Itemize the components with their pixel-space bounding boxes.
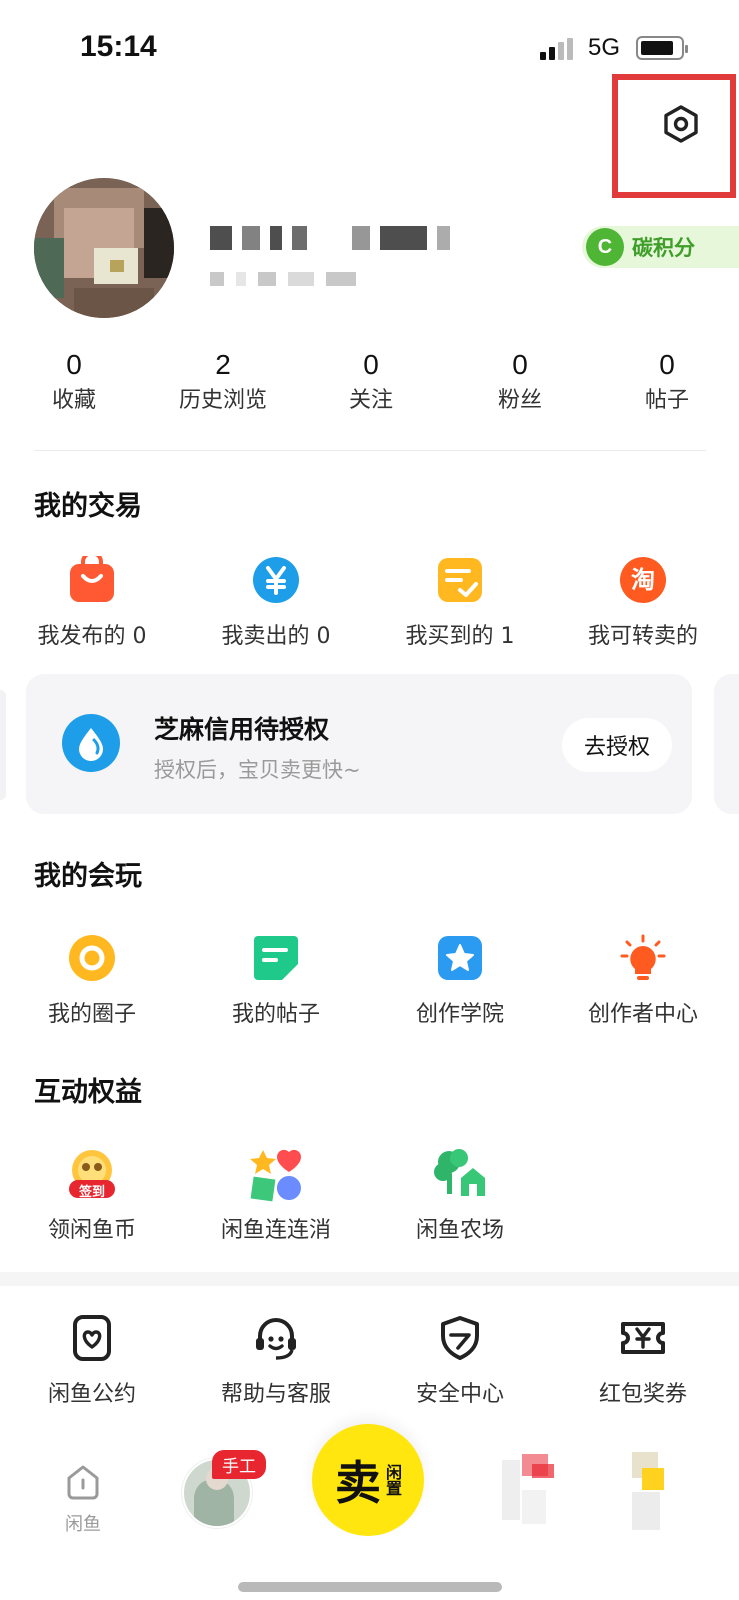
section-separator — [0, 1272, 739, 1286]
section-title-trade: 我的交易 — [34, 491, 142, 522]
stat-label: 历史浏览 — [178, 388, 267, 413]
stat-following[interactable]: 0 关注 — [301, 348, 441, 418]
stat-value: 0 — [659, 349, 675, 380]
play-item-posts[interactable]: 我的帖子 — [186, 934, 366, 1028]
service-item-coupons[interactable]: 红包奖券 — [553, 1314, 733, 1408]
tab-profile-blurred[interactable] — [626, 1452, 678, 1542]
benefit-item-match-game[interactable]: 闲鱼连连消 — [186, 1148, 366, 1244]
stat-value: 2 — [215, 349, 231, 380]
tao-icon: 淘 — [619, 556, 667, 604]
tab-messages-blurred[interactable] — [502, 1450, 558, 1540]
service-item-convention[interactable]: 闲鱼公约 — [2, 1314, 182, 1408]
tab-home-label: 闲鱼 — [65, 1514, 101, 1535]
play-item-academy[interactable]: 创作学院 — [370, 934, 550, 1028]
trade-item-label: 我可转卖的 — [587, 624, 698, 649]
water-drop-icon — [62, 714, 120, 772]
lightbulb-icon — [619, 934, 667, 982]
stat-value: 0 — [512, 349, 528, 380]
carousel-card-peek — [714, 674, 739, 814]
service-item-security[interactable]: 安全中心 — [370, 1314, 550, 1408]
play-item-label: 我的帖子 — [231, 1002, 320, 1027]
avatar[interactable] — [34, 178, 174, 318]
play-item-label: 创作学院 — [415, 1002, 504, 1027]
sell-button[interactable]: 卖 闲置 — [312, 1424, 424, 1536]
svg-text:淘: 淘 — [631, 566, 655, 594]
ticket-icon — [619, 1314, 667, 1362]
divider — [34, 450, 706, 451]
match-game-icon — [249, 1148, 303, 1202]
stat-history[interactable]: 2 历史浏览 — [153, 348, 293, 418]
stat-value: 0 — [363, 349, 379, 380]
user-info-blurred — [210, 272, 390, 288]
section-title-play: 我的会玩 — [34, 861, 142, 892]
home-indicator — [238, 1582, 502, 1592]
service-item-label: 闲鱼公约 — [47, 1382, 136, 1407]
tab-home[interactable]: 闲鱼 — [50, 1462, 116, 1536]
carbon-c-icon: C — [586, 228, 624, 266]
username-blurred — [210, 226, 450, 252]
stat-value: 0 — [66, 349, 82, 380]
benefit-item-label: 领闲鱼币 — [47, 1218, 136, 1243]
stat-label: 帖子 — [644, 388, 689, 413]
trade-item-published[interactable]: 我发布的 0 — [2, 551, 182, 650]
yen-icon — [252, 556, 300, 604]
circle-icon — [68, 934, 116, 982]
star-icon — [436, 934, 484, 982]
sell-side-label: 闲置 — [383, 1464, 402, 1496]
zhima-title: 芝麻信用待授权 — [154, 715, 330, 744]
benefit-item-coins[interactable]: 签到 领闲鱼币 — [2, 1148, 182, 1244]
stat-favorites[interactable]: 0 收藏 — [4, 348, 144, 418]
carbon-points-badge[interactable]: C 碳积分 — [582, 226, 739, 268]
section-title-benefits: 互动权益 — [34, 1077, 142, 1108]
post-icon — [252, 934, 300, 982]
bag-icon — [68, 551, 116, 604]
status-time: 15:14 — [80, 30, 157, 63]
shield-icon — [436, 1314, 484, 1362]
sell-main-label: 卖 — [335, 1456, 381, 1510]
service-item-label: 安全中心 — [415, 1382, 504, 1407]
stat-fans[interactable]: 0 粉丝 — [450, 348, 590, 418]
benefit-item-label: 闲鱼农场 — [415, 1218, 504, 1243]
play-item-creator-center[interactable]: 创作者中心 — [553, 934, 733, 1028]
trade-item-resellable[interactable]: 淘 我可转卖的 — [553, 556, 733, 650]
trade-item-label: 我卖出的 0 — [221, 624, 331, 649]
farm-icon — [433, 1148, 487, 1202]
checkin-coin-icon: 签到 — [65, 1148, 119, 1202]
play-item-label: 我的圈子 — [47, 1002, 136, 1027]
stat-label: 收藏 — [51, 388, 96, 413]
order-check-icon — [436, 556, 484, 604]
stat-posts[interactable]: 0 帖子 — [597, 348, 737, 418]
service-item-label: 红包奖券 — [598, 1382, 687, 1407]
benefit-item-label: 闲鱼连连消 — [220, 1218, 331, 1243]
zhima-credit-card[interactable]: 芝麻信用待授权 授权后，宝贝卖更快~ 去授权 — [26, 674, 692, 814]
service-item-label: 帮助与客服 — [220, 1382, 331, 1407]
carousel-card-peek — [0, 690, 6, 800]
trade-item-label: 我发布的 0 — [37, 624, 147, 649]
stat-label: 粉丝 — [497, 388, 542, 413]
hexagon-settings-icon — [664, 105, 698, 143]
zhima-subtitle: 授权后，宝贝卖更快~ — [154, 758, 361, 782]
battery-icon — [636, 36, 688, 60]
feed-badge: 手工 — [212, 1450, 266, 1479]
play-item-label: 创作者中心 — [587, 1002, 698, 1027]
trade-item-sold[interactable]: 我卖出的 0 — [186, 556, 366, 650]
play-item-circles[interactable]: 我的圈子 — [2, 934, 182, 1028]
benefit-item-farm[interactable]: 闲鱼农场 — [370, 1148, 550, 1244]
headset-icon — [252, 1314, 300, 1362]
trade-item-label: 我买到的 1 — [405, 624, 515, 649]
bottom-tab-bar: 闲鱼 手工 卖 闲置 — [0, 1424, 739, 1600]
profile-stats: 0 收藏 2 历史浏览 0 关注 0 粉丝 0 帖子 — [0, 348, 739, 428]
stat-label: 关注 — [348, 388, 393, 413]
network-type: 5G — [588, 34, 621, 61]
trade-item-bought[interactable]: 我买到的 1 — [370, 556, 550, 650]
home-icon — [67, 1465, 99, 1500]
heart-doc-icon — [68, 1314, 116, 1362]
service-item-help[interactable]: 帮助与客服 — [186, 1314, 366, 1408]
checkin-badge-text: 签到 — [78, 1185, 105, 1200]
carbon-points-label: 碳积分 — [632, 236, 695, 260]
authorize-button[interactable]: 去授权 — [562, 718, 672, 772]
settings-button[interactable] — [658, 98, 704, 150]
signal-strength-icon — [540, 38, 576, 60]
